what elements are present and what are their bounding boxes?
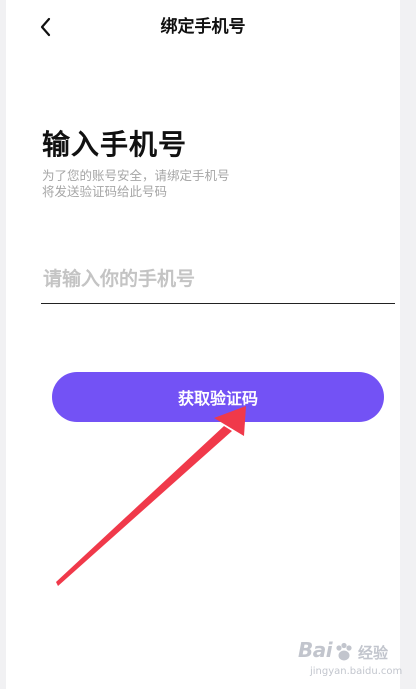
hint-line-1: 为了您的账号安全，请绑定手机号 [42,168,230,183]
get-verification-code-button[interactable]: 获取验证码 [52,372,384,422]
page-title: 绑定手机号 [160,17,246,37]
watermark-url: jingyan.baidu.com [310,666,403,677]
section-heading: 输入手机号 [42,128,188,161]
paw-icon [336,642,352,661]
phone-number-input[interactable] [41,254,395,304]
baidu-jingyan-watermark: Bai 经验 jingyan.baidu.com [292,636,402,682]
hint-text: 为了您的账号安全，请绑定手机号 将发送验证码给此号码 [42,168,302,200]
hint-line-2: 将发送验证码给此号码 [42,184,168,199]
watermark-name: 经验 [358,644,389,662]
watermark-brand: Bai [298,638,333,662]
bind-phone-screen: 绑定手机号 输入手机号 为了您的账号安全，请绑定手机号 将发送验证码给此号码 获… [6,0,400,689]
